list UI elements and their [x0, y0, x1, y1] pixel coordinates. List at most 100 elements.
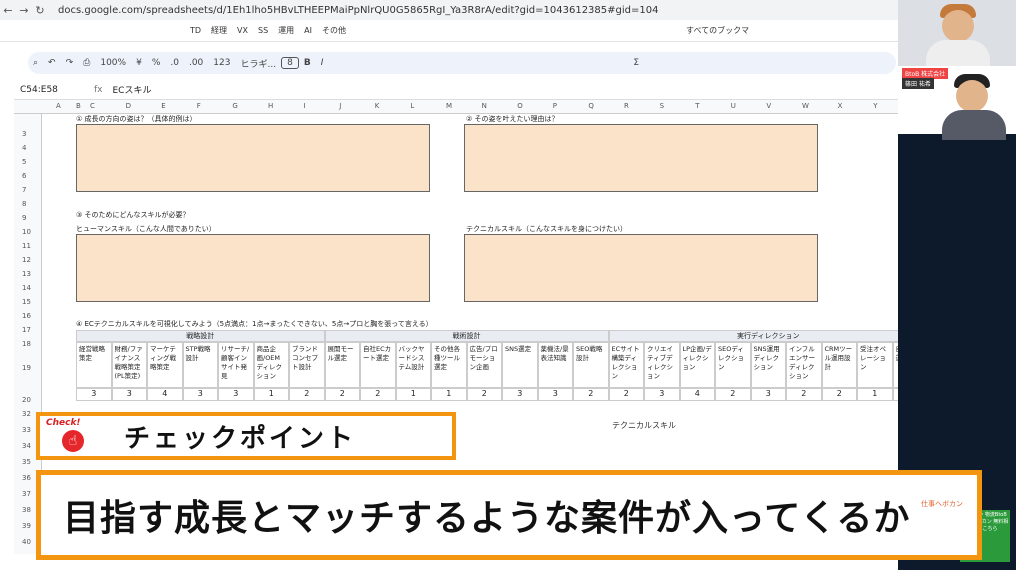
forward-icon[interactable]: →: [16, 4, 32, 17]
row-number-17[interactable]: 17: [22, 326, 31, 334]
row-number-20[interactable]: 20: [22, 396, 31, 404]
skill-score-cell[interactable]: 2: [573, 388, 609, 401]
row-number-12[interactable]: 12: [22, 256, 31, 264]
row-number-34[interactable]: 34: [22, 442, 31, 450]
row-number-39[interactable]: 39: [22, 522, 31, 530]
row-number-9[interactable]: 9: [22, 214, 26, 222]
row-number-38[interactable]: 38: [22, 506, 31, 514]
column-header-u[interactable]: U: [731, 102, 736, 110]
skill-name-cell[interactable]: インフルエンサーディレクション: [786, 342, 822, 388]
row-number-7[interactable]: 7: [22, 186, 26, 194]
italic-button[interactable]: I: [316, 58, 329, 68]
bookmark-vx[interactable]: VX: [237, 26, 248, 35]
redo-icon[interactable]: ↷: [61, 58, 79, 68]
skill-name-cell[interactable]: SNS選定: [502, 342, 538, 388]
column-header-d[interactable]: D: [126, 102, 131, 110]
skill-score-cell[interactable]: 1: [431, 388, 467, 401]
column-header-y[interactable]: Y: [873, 102, 877, 110]
skill-name-cell[interactable]: マーケティング戦略策定: [147, 342, 183, 388]
address-bar[interactable]: docs.google.com/spreadsheets/d/1Eh1lho5H…: [58, 5, 658, 16]
bookmark-accounting[interactable]: 経理: [211, 25, 227, 36]
skill-score-cell[interactable]: 3: [111, 388, 147, 401]
skill-name-cell[interactable]: SEOディレクション: [715, 342, 751, 388]
q1-answer-box[interactable]: [76, 124, 430, 192]
row-number-32[interactable]: 32: [22, 410, 31, 418]
row-number-40[interactable]: 40: [22, 538, 31, 546]
skill-name-cell[interactable]: 商品企画/OEMディレクション: [253, 342, 289, 388]
skill-score-cell[interactable]: 2: [466, 388, 502, 401]
bookmark-td[interactable]: TD: [190, 26, 201, 35]
skill-score-cell[interactable]: 4: [147, 388, 183, 401]
column-header-m[interactable]: M: [446, 102, 452, 110]
skill-score-cell[interactable]: 3: [76, 388, 112, 401]
column-header-c[interactable]: C: [90, 102, 95, 110]
column-header-e[interactable]: E: [161, 102, 165, 110]
row-number-33[interactable]: 33: [22, 426, 31, 434]
skill-score-cell[interactable]: 3: [218, 388, 254, 401]
skill-score-cell[interactable]: 2: [715, 388, 751, 401]
skill-score-cell[interactable]: 3: [644, 388, 680, 401]
skill-name-cell[interactable]: SEO戦略設計: [573, 342, 609, 388]
zoom-select[interactable]: 100%: [95, 58, 131, 68]
search-icon[interactable]: ⌕: [28, 58, 43, 68]
skill-name-cell[interactable]: 展開モール選定: [324, 342, 360, 388]
currency-button[interactable]: ¥: [131, 58, 147, 68]
row-number-5[interactable]: 5: [22, 158, 26, 166]
bookmark-other[interactable]: その他: [322, 25, 346, 36]
reload-icon[interactable]: ↻: [32, 4, 48, 17]
column-header-b[interactable]: B: [76, 102, 81, 110]
format-button[interactable]: 123: [208, 58, 235, 68]
skill-score-cell[interactable]: 3: [502, 388, 538, 401]
skill-name-cell[interactable]: LP企画/ディレクション: [679, 342, 715, 388]
increase-decimal-button[interactable]: .00: [184, 58, 208, 68]
column-header-v[interactable]: V: [766, 102, 771, 110]
sheet-grid[interactable]: ① 成長の方向の姿は？（具体的例は） ② その姿を叶えたい理由は？ ③ そのため…: [42, 114, 928, 404]
column-header-o[interactable]: O: [517, 102, 523, 110]
column-header-k[interactable]: K: [375, 102, 380, 110]
font-select[interactable]: ヒラギ...: [235, 57, 281, 70]
row-number-15[interactable]: 15: [22, 298, 31, 306]
back-icon[interactable]: ←: [0, 4, 16, 17]
column-header-w[interactable]: W: [802, 102, 809, 110]
undo-icon[interactable]: ↶: [43, 58, 61, 68]
row-number-36[interactable]: 36: [22, 474, 31, 482]
percent-button[interactable]: %: [147, 58, 166, 68]
column-header-n[interactable]: N: [482, 102, 487, 110]
skill-score-cell[interactable]: 2: [821, 388, 857, 401]
row-number-14[interactable]: 14: [22, 284, 31, 292]
skill-name-cell[interactable]: ブランドコンセプト設計: [289, 342, 325, 388]
bookmark-all[interactable]: すべてのブックマ: [686, 25, 749, 36]
skill-name-cell[interactable]: 自社ECカート選定: [360, 342, 396, 388]
bookmark-ss[interactable]: SS: [258, 26, 268, 35]
skill-score-cell[interactable]: 1: [395, 388, 431, 401]
column-header-j[interactable]: J: [339, 102, 341, 110]
decrease-decimal-button[interactable]: .0: [165, 58, 184, 68]
row-number-35[interactable]: 35: [22, 458, 31, 466]
human-skill-box[interactable]: [76, 234, 430, 302]
skill-name-cell[interactable]: 経営戦略策定: [76, 342, 112, 388]
row-number-19[interactable]: 19: [22, 364, 31, 372]
skill-score-cell[interactable]: 3: [537, 388, 573, 401]
row-number-37[interactable]: 37: [22, 490, 31, 498]
row-number-8[interactable]: 8: [22, 200, 26, 208]
column-header-q[interactable]: Q: [588, 102, 594, 110]
skill-name-cell[interactable]: 広告/プロモーション企画: [466, 342, 502, 388]
skill-score-cell[interactable]: 1: [857, 388, 893, 401]
row-number-10[interactable]: 10: [22, 228, 31, 236]
row-number-16[interactable]: 16: [22, 312, 31, 320]
skill-score-cell[interactable]: 2: [324, 388, 360, 401]
formula-input[interactable]: ECスキル: [113, 83, 152, 96]
skill-name-cell[interactable]: バックヤードシステム設計: [395, 342, 431, 388]
tech-skill-box[interactable]: [464, 234, 818, 302]
q2-answer-box[interactable]: [464, 124, 818, 192]
skill-name-cell[interactable]: クリエイティブディレクション: [644, 342, 680, 388]
skill-score-cell[interactable]: 4: [679, 388, 715, 401]
row-number-18[interactable]: 18: [22, 340, 31, 348]
skill-name-cell[interactable]: リサーチ/顧客インサイト発見: [218, 342, 254, 388]
skill-name-cell[interactable]: STP戦略設計: [182, 342, 218, 388]
column-header-s[interactable]: S: [660, 102, 664, 110]
print-icon[interactable]: ⎙: [78, 58, 95, 68]
skill-name-cell[interactable]: CRMツール運用設計: [821, 342, 857, 388]
skill-name-cell[interactable]: SNS運用ディレクション: [750, 342, 786, 388]
skill-score-cell[interactable]: 2: [289, 388, 325, 401]
